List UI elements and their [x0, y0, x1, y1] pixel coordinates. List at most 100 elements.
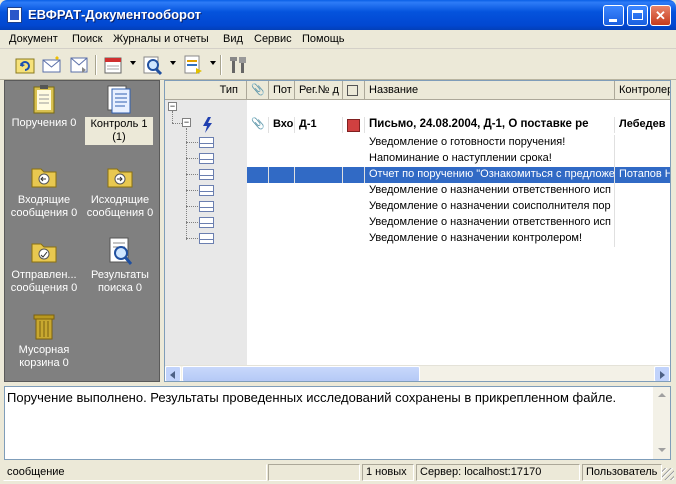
folder-control[interactable]: Контроль 1 (1)	[85, 84, 153, 145]
refresh-icon	[15, 58, 35, 74]
menu-journals[interactable]: Журналы и отчеты	[113, 33, 209, 45]
row-name: Уведомление о назначении контролером!	[365, 231, 615, 247]
row-name: Напоминание о наступлении срока!	[365, 151, 615, 167]
sent-folder-icon	[30, 236, 58, 266]
resize-grip-icon[interactable]	[662, 468, 674, 480]
clipboard-icon	[30, 84, 58, 114]
row-reg-number: Д-1	[295, 117, 343, 133]
report-icon	[184, 55, 202, 74]
new-message-button[interactable]	[41, 54, 63, 76]
row-name: Уведомление о назначении ответственного …	[365, 215, 615, 231]
row-attachment: 📎	[247, 117, 269, 133]
window-title: ЕВФРАТ-Документооборот	[28, 7, 201, 22]
envelope-icon	[199, 201, 214, 212]
status-message: сообщение	[3, 464, 267, 481]
vertical-scrollbar[interactable]	[653, 387, 670, 459]
row-status	[343, 117, 365, 133]
search-button[interactable]	[142, 54, 164, 76]
search-icon	[143, 56, 163, 76]
refresh-button[interactable]	[14, 54, 36, 76]
column-attachment[interactable]: 📎	[247, 81, 269, 100]
document-status-icon	[347, 119, 360, 132]
column-status[interactable]	[343, 81, 365, 100]
status-column-icon	[347, 85, 358, 96]
folder-outgoing[interactable]: Исходящие сообщения 0	[85, 161, 155, 220]
row-name: Отчет по поручению "Ознакомиться с предл…	[365, 167, 615, 183]
menu-help[interactable]: Помощь	[302, 33, 345, 45]
status-user: Пользователь	[582, 464, 662, 481]
folder-trash[interactable]: Мусорная корзина 0	[9, 311, 79, 370]
table-row[interactable]: Вхо 📎 Д-1 Письмо, 24.08.2004, Д-1, О пос…	[165, 115, 670, 135]
control-label-line2: (1)	[112, 131, 126, 143]
row-controller: Лебедев	[619, 118, 666, 130]
folder-orders[interactable]: Поручения 0	[9, 84, 79, 130]
menu-service[interactable]: Сервис	[254, 33, 292, 45]
scroll-left-button[interactable]	[165, 366, 181, 381]
new-message-icon	[42, 56, 61, 73]
trash-icon	[30, 311, 58, 341]
scroll-right-button[interactable]	[654, 366, 670, 381]
table-row[interactable]: Уведомление о назначении ответственного …	[165, 183, 670, 199]
row-name: Письмо, 24.08.2004, Д-1, О поставке ре	[365, 117, 615, 133]
list-header: Тип 📎 Пот Рег.№ д Название Контролер	[165, 81, 670, 100]
control-label-line1: Контроль 1	[90, 118, 148, 130]
envelope-icon	[199, 153, 214, 164]
table-row-selected[interactable]: Отчет по поручению "Ознакомиться с предл…	[165, 167, 670, 183]
scroll-up-button[interactable]	[653, 387, 670, 404]
status-empty	[268, 464, 360, 481]
envelope-icon	[199, 217, 214, 228]
calendar-button[interactable]	[102, 54, 124, 76]
paperclip-icon: 📎	[251, 118, 265, 130]
minimize-button[interactable]	[603, 5, 624, 26]
message-preview[interactable]: Поручение выполнено. Результаты проведен…	[4, 386, 671, 460]
maximize-button[interactable]	[627, 5, 648, 26]
menu-document[interactable]: Документ	[9, 33, 58, 45]
toolbar	[0, 50, 676, 80]
column-type[interactable]: Тип	[165, 81, 247, 100]
search-dropdown-icon[interactable]	[170, 61, 176, 65]
folder-incoming[interactable]: Входящие сообщения 0	[9, 161, 79, 220]
horizontal-scrollbar[interactable]	[165, 365, 670, 381]
scroll-thumb[interactable]	[182, 366, 420, 381]
document-list: Тип 📎 Пот Рег.№ д Название Контролер − −…	[164, 80, 671, 382]
status-bar: сообщение 1 новых Сервер: localhost:1717…	[0, 462, 676, 484]
table-row[interactable]: Уведомление о назначении ответственного …	[165, 215, 670, 231]
folder-search-results[interactable]: Результаты поиска 0	[85, 236, 155, 295]
calendar-dropdown-icon[interactable]	[130, 61, 136, 65]
row-type: Вхо	[269, 117, 295, 133]
table-row[interactable]: Уведомление о назначении соисполнителя п…	[165, 199, 670, 215]
paperclip-icon: 📎	[251, 84, 265, 96]
folder-panel: Поручения 0 Контроль 1 (1) Входящие сообще…	[4, 80, 160, 382]
envelope-icon	[199, 169, 214, 180]
table-row[interactable]: Уведомление о готовности поручения!	[165, 135, 670, 151]
app-icon[interactable]	[7, 7, 22, 23]
row-controller: Потапов Н	[615, 167, 670, 183]
scroll-down-button[interactable]	[653, 442, 670, 459]
send-receive-icon	[70, 57, 88, 73]
envelope-icon	[199, 185, 214, 196]
close-icon: ✕	[655, 8, 666, 23]
table-row[interactable]: Уведомление о назначении контролером!	[165, 231, 670, 247]
close-button[interactable]: ✕	[650, 5, 671, 26]
column-flow[interactable]: Пот	[269, 81, 295, 100]
folder-sent[interactable]: Отправлен... сообщения 0	[7, 236, 81, 295]
send-receive-button[interactable]	[68, 54, 90, 76]
menu-bar: Документ Поиск Журналы и отчеты Вид Серв…	[0, 30, 676, 49]
outgoing-folder-icon	[106, 161, 134, 191]
status-server: Сервер: localhost:17170	[416, 464, 580, 481]
message-text: Поручение выполнено. Результаты проведен…	[7, 390, 617, 405]
envelope-icon	[199, 233, 214, 244]
minimize-icon	[609, 19, 617, 22]
tree-collapse-root[interactable]: −	[168, 102, 177, 111]
column-controller[interactable]: Контролер	[615, 81, 670, 100]
column-reg-number[interactable]: Рег.№ д	[295, 81, 343, 100]
status-new-count: 1 новых	[362, 464, 414, 481]
report-dropdown-icon[interactable]	[210, 61, 216, 65]
column-name[interactable]: Название	[365, 81, 615, 100]
menu-view[interactable]: Вид	[223, 33, 243, 45]
table-row[interactable]: Напоминание о наступлении срока!	[165, 151, 670, 167]
menu-search[interactable]: Поиск	[72, 33, 102, 45]
settings-button[interactable]	[228, 54, 250, 76]
report-button[interactable]	[182, 54, 204, 76]
lightning-icon	[201, 117, 215, 136]
